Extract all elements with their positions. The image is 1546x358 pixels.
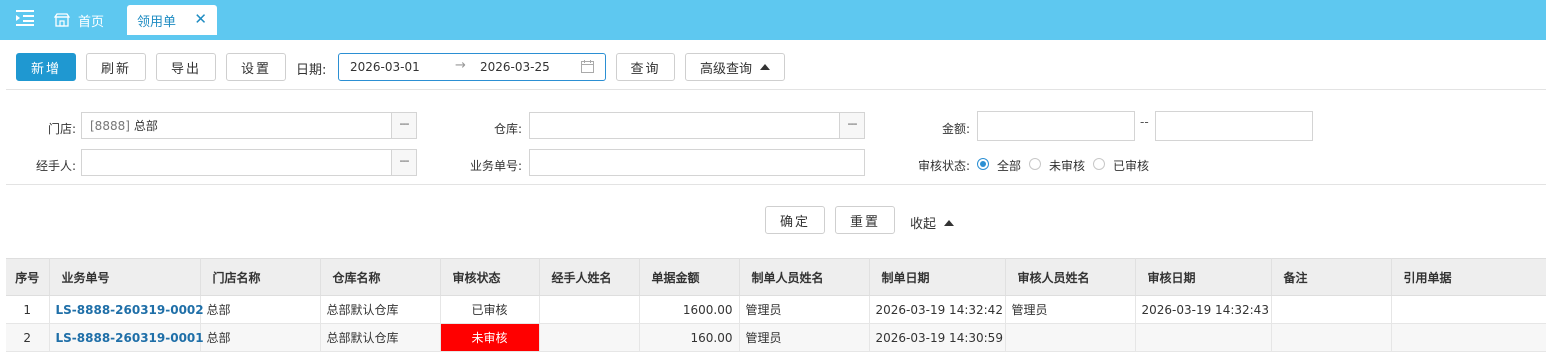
col-header-doc-no[interactable]: 业务单号	[49, 258, 201, 296]
cell-amount: 1600.00	[639, 295, 740, 324]
col-header-reference[interactable]: 引用单据	[1391, 258, 1546, 296]
date-from[interactable]: 2026-03-01	[350, 60, 420, 74]
top-tab-bar: 首页 领用单 ✕	[0, 0, 1546, 40]
table-header-row: 序号 业务单号 门店名称 仓库名称 审核状态 经手人姓名 单据金额 制单人员姓名…	[6, 258, 1546, 296]
col-header-created-date[interactable]: 制单日期	[869, 258, 1006, 296]
tab-home-label: 首页	[78, 14, 105, 30]
filter-actions: 确定 重置 收起	[6, 186, 1546, 256]
col-header-store[interactable]: 门店名称	[200, 258, 321, 296]
add-button[interactable]: 新增	[16, 53, 76, 81]
handler-picker-button[interactable]: ---	[391, 150, 416, 175]
warehouse-label: 仓库:	[493, 122, 522, 136]
cell-warehouse: 总部默认仓库	[320, 323, 441, 352]
cell-auditor	[1005, 323, 1136, 352]
cell-auditor: 管理员	[1005, 295, 1136, 324]
collapse-toggle[interactable]: 收起	[910, 213, 955, 232]
audit-option-audited[interactable]: 已审核	[1113, 157, 1149, 174]
audit-status-label: 审核状态:	[917, 159, 970, 173]
cell-reference	[1391, 295, 1546, 324]
advanced-query-label: 高级查询	[699, 61, 752, 77]
cell-remark	[1271, 295, 1392, 324]
audit-option-unaudited[interactable]: 未审核	[1049, 157, 1085, 174]
cell-doc-no-link[interactable]: LS-8888-260319-0001	[49, 323, 204, 352]
tab-requisition[interactable]: 领用单 ✕	[127, 5, 217, 35]
tab-home[interactable]: 首页	[53, 5, 105, 35]
requisition-table: 序号 业务单号 门店名称 仓库名称 审核状态 经手人姓名 单据金额 制单人员姓名…	[6, 258, 1546, 352]
audit-radio-audited[interactable]	[1093, 158, 1105, 170]
settings-button[interactable]: 设置	[226, 53, 286, 81]
col-header-remark[interactable]: 备注	[1271, 258, 1392, 296]
doc-no-label: 业务单号:	[469, 159, 522, 173]
confirm-button[interactable]: 确定	[765, 206, 825, 234]
col-header-handler[interactable]: 经手人姓名	[539, 258, 640, 296]
advanced-query-button[interactable]: 高级查询	[685, 53, 785, 81]
handler-field[interactable]: ---	[81, 149, 417, 176]
cell-handler	[539, 323, 640, 352]
warehouse-field[interactable]: ---	[529, 112, 865, 139]
store-label: 门店:	[47, 122, 76, 136]
cell-audit-status: 已审核	[440, 295, 540, 324]
cell-audit-date	[1135, 323, 1272, 352]
amount-max-input[interactable]	[1155, 111, 1313, 141]
col-header-auditor[interactable]: 审核人员姓名	[1005, 258, 1136, 296]
date-label: 日期:	[296, 63, 327, 78]
date-range-picker[interactable]: 2026-03-01 → 2026-03-25	[338, 53, 606, 81]
query-button[interactable]: 查询	[616, 53, 675, 81]
refresh-button[interactable]: 刷新	[86, 53, 146, 81]
cell-doc-no-link[interactable]: LS-8888-260319-0002	[49, 295, 204, 324]
handler-label: 经手人:	[35, 159, 76, 173]
collapse-label: 收起	[910, 217, 937, 232]
calendar-icon[interactable]	[581, 60, 594, 73]
store-icon	[53, 13, 71, 27]
table-row[interactable]: 1 LS-8888-260319-0002 总部 总部默认仓库 已审核 1600…	[6, 295, 1546, 324]
cell-reference	[1391, 323, 1546, 352]
cell-creator: 管理员	[739, 295, 870, 324]
cell-audit-status-unaudited: 未审核	[440, 323, 540, 352]
audit-option-all[interactable]: 全部	[997, 157, 1021, 174]
date-to[interactable]: 2026-03-25	[480, 60, 550, 74]
cell-created-date: 2026-03-19 14:32:42	[869, 295, 1006, 324]
cell-store: 总部	[200, 323, 321, 352]
col-header-index[interactable]: 序号	[6, 258, 50, 296]
cell-warehouse: 总部默认仓库	[320, 295, 441, 324]
store-picker-button[interactable]: ---	[391, 113, 416, 138]
cell-index: 1	[6, 295, 50, 324]
col-header-audit-status[interactable]: 审核状态	[440, 258, 540, 296]
warehouse-picker-button[interactable]: ---	[839, 113, 864, 138]
col-header-audit-date[interactable]: 审核日期	[1135, 258, 1272, 296]
cell-created-date: 2026-03-19 14:30:59	[869, 323, 1006, 352]
cell-store: 总部	[200, 295, 321, 324]
cell-index: 2	[6, 323, 50, 352]
cell-audit-date: 2026-03-19 14:32:43	[1135, 295, 1272, 324]
tab-requisition-label: 领用单	[137, 14, 177, 30]
store-code: [8888]	[90, 118, 130, 133]
arrow-right-icon: →	[455, 58, 466, 73]
cell-amount: 160.00	[639, 323, 740, 352]
col-header-amount[interactable]: 单据金额	[639, 258, 740, 296]
amount-separator: --	[1140, 115, 1149, 129]
audit-radio-all[interactable]	[977, 158, 989, 170]
col-header-warehouse[interactable]: 仓库名称	[320, 258, 441, 296]
store-name: 总部	[133, 119, 158, 133]
amount-min-input[interactable]	[977, 111, 1135, 141]
cell-creator: 管理员	[739, 323, 870, 352]
menu-toggle-icon[interactable]	[14, 9, 36, 27]
doc-no-input[interactable]	[529, 149, 865, 176]
table-row[interactable]: 2 LS-8888-260319-0001 总部 总部默认仓库 未审核 160.…	[6, 323, 1546, 352]
caret-up-icon	[944, 219, 955, 226]
close-icon[interactable]: ✕	[194, 11, 207, 27]
cell-handler	[539, 295, 640, 324]
cell-remark	[1271, 323, 1392, 352]
audit-radio-unaudited[interactable]	[1029, 158, 1041, 170]
col-header-creator[interactable]: 制单人员姓名	[739, 258, 870, 296]
reset-button[interactable]: 重置	[835, 206, 895, 234]
advanced-filter-panel: 门店: [8888] 总部 --- 仓库: --- 金额: -- 经手人: --…	[6, 91, 1546, 185]
caret-up-icon	[760, 64, 770, 70]
toolbar: 新增 刷新 导出 设置 日期: 2026-03-01 → 2026-03-25 …	[6, 42, 1546, 90]
store-field[interactable]: [8888] 总部 ---	[81, 112, 417, 139]
amount-label: 金额:	[941, 122, 970, 136]
export-button[interactable]: 导出	[156, 53, 216, 81]
